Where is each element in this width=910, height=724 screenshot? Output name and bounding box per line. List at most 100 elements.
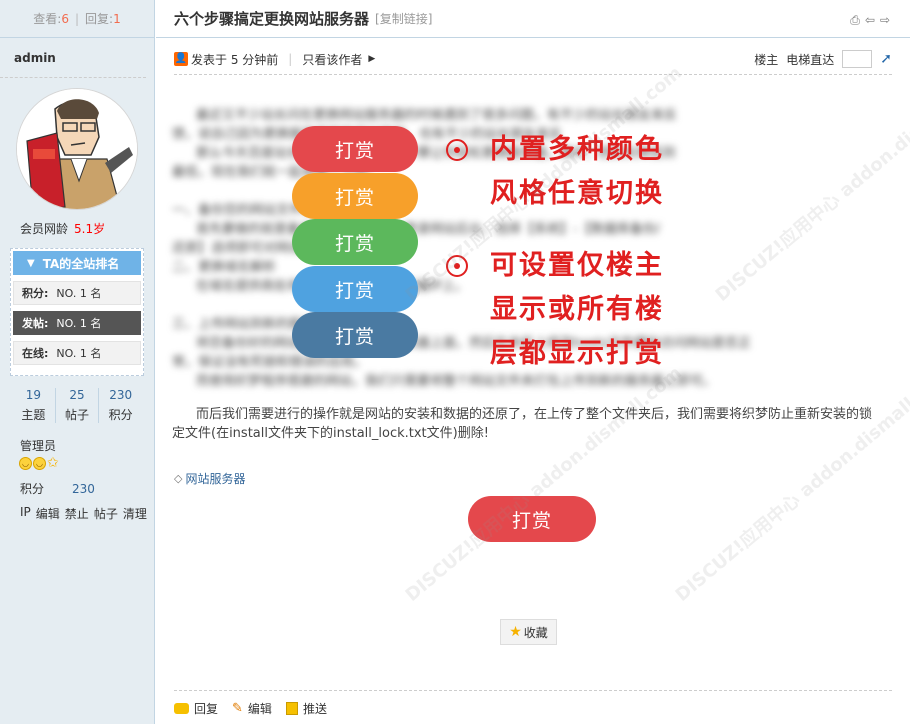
floor-nav: 楼主 电梯直达 ➚ [754,50,892,68]
admin-link-edit[interactable]: 编辑 [36,505,60,522]
rank-row-credits: 积分: NO. 1 名 [13,281,141,305]
promo-text-floors: 可设置仅楼主 显示或所有楼 层都显示打赏 [446,244,664,376]
rank-label: 积分: [22,287,49,300]
credit-value: 230 [72,482,95,496]
post-content-clear: 而后我们需要进行的操作就是网站的安装和数据的还原了，在上传了整个文件夹后，我们需… [172,405,892,443]
post-meta: 👤 发表于 5 分钟前 | 只看该作者 ▶ 楼主 电梯直达 ➚ [174,50,892,68]
rank-value: NO. 1 名 [56,317,102,330]
rank-label: 发帖: [22,317,49,330]
favorite-button[interactable]: ★ 收藏 [500,619,557,645]
tag-label: 网站服务器 [185,472,246,486]
member-age-label: 会员网龄 [20,222,69,236]
reward-button-red[interactable]: 打赏 [292,126,418,172]
thread-title-bar: 六个步骤搞定更换网站服务器 [复制链接] [156,0,910,38]
push-icon [285,702,298,715]
avatar[interactable] [16,88,138,210]
reply-button[interactable]: 回复 [174,700,218,717]
member-age-value: 5.1岁 [74,222,106,236]
print-icon[interactable]: ⎙ [850,13,860,28]
views-count: 6 [61,11,69,26]
rank-row-online: 在线: NO. 1 名 [13,341,141,365]
push-label: 推送 [302,702,327,716]
count-credits[interactable]: 230 积分 [99,388,142,423]
admin-link-clean[interactable]: 清理 [123,505,147,522]
push-button[interactable]: 推送 [285,700,327,717]
reward-button-blue[interactable]: 打赏 [292,266,418,312]
star-icon: ✩ [47,455,59,471]
watermark: DISCUZ!应用中心 addon.dismall.com [671,362,910,606]
admin-link-posts[interactable]: 帖子 [94,505,118,522]
reply-label: 回复 [194,702,219,716]
goto-floor-input[interactable] [842,50,873,68]
count-number: 230 [109,388,133,402]
site-rank-panel: ▼ TA的全站排名 积分: NO. 1 名 发帖: NO. 1 名 在线: NO… [10,248,144,376]
member-age: 会员网龄 5.1岁 [20,220,105,237]
credit-row: 积分 230 [20,480,95,497]
smiley-icon: ◡ [19,457,32,470]
promo-line: 可设置仅楼主 [490,250,664,281]
bullet-circle-icon [446,139,468,161]
floor-label: 楼主 [754,52,779,67]
promo-line: 内置多种颜色 [490,134,664,165]
tag-icon: ◇ [174,472,183,485]
prev-thread-icon[interactable]: ⇦ [865,13,875,28]
next-thread-icon[interactable]: ⇨ [880,13,890,28]
reward-button[interactable]: 打赏 [468,496,596,542]
post-time: 发表于 5 分钟前 [191,52,279,67]
author-name[interactable]: admin [0,38,146,78]
goto-label: 电梯直达 [786,52,835,67]
edit-label: 编辑 [247,702,272,716]
admin-link-ban[interactable]: 禁止 [65,505,89,522]
only-author-link[interactable]: 只看该作者 [302,51,362,68]
count-label: 帖子 [65,408,90,422]
content-line: 而后我们需要进行的操作就是网站的安装和数据的还原了，在上传了整个文件夹后，我们需… [196,407,873,422]
chevron-down-icon: ▼ [27,257,35,269]
goto-arrow-icon[interactable]: ➚ [880,51,892,67]
rank-stars: ◡ ◡ ✩ [19,455,59,471]
views-label: 查看: [33,12,62,26]
replies-label: 回复: [85,12,114,26]
admin-link-ip[interactable]: IP [20,505,31,522]
rank-row-posts: 发帖: NO. 1 名 [13,311,141,335]
promo-line: 风格任意切换 [490,178,664,209]
bullet-circle-icon [446,255,468,277]
thread-tools: ⎙ ⇦ ⇨ [850,13,890,28]
star-icon: ★ [509,624,522,640]
author-sidebar: 查看: 6 | 回复: 1 admin 会员网龄 5.1岁 ▼ TA的全站排名 [0,0,155,724]
count-threads[interactable]: 19 主题 [12,388,56,423]
user-group[interactable]: 管理员 [20,437,56,454]
online-user-icon: 👤 [174,52,188,66]
author-counts: 19 主题 25 帖子 230 积分 [12,388,142,423]
reward-button-orange[interactable]: 打赏 [292,173,418,219]
promo-text-colors: 内置多种颜色 风格任意切换 [446,128,664,216]
thread-title: 六个步骤搞定更换网站服务器 [174,10,370,28]
copy-link[interactable]: [复制链接] [375,10,432,27]
count-label: 主题 [21,408,46,422]
view-reply-stats: 查看: 6 | 回复: 1 [0,0,154,38]
content-line: 首先要做的就是备份网站的数据库，登录网站后台，选择【系统】-【数据库备份/ [196,222,661,237]
rank-value: NO. 1 名 [56,347,102,360]
reward-button-steel[interactable]: 打赏 [292,312,418,358]
post-actions: 回复 ✎ 编辑 推送 [174,700,327,717]
watermark: DISCUZ!应用中心 addon.dismall.com [401,362,686,606]
count-number: 25 [69,388,85,402]
pencil-icon: ✎ [232,701,243,716]
play-arrow-icon: ▶ [368,54,376,64]
site-rank-toggle[interactable]: ▼ TA的全站排名 [13,251,141,275]
favorite-label: 收藏 [523,625,548,640]
site-rank-title: TA的全站排名 [42,256,120,271]
post-main: 六个步骤搞定更换网站服务器 [复制链接] ⎙ ⇦ ⇨ 👤 发表于 5 分钟前 |… [156,0,910,724]
reply-icon [174,703,189,714]
content-line: 最近又不少站长问在更换网站服务器的时候遇到了很多问题，有不少的站长朋友来反 [196,108,678,123]
rank-value: NO. 1 名 [56,287,102,300]
credit-label: 积分 [20,482,45,496]
promo-line: 显示或所有楼 [490,294,664,325]
edit-button[interactable]: ✎ 编辑 [232,700,272,717]
thread-tag[interactable]: ◇ 网站服务器 [174,470,245,487]
reward-button-green[interactable]: 打赏 [292,219,418,265]
divider [174,690,892,691]
content-line: 定文件(在install文件夹下的install_lock.txt文件)删除! [172,426,489,441]
admin-links: IP 编辑 禁止 帖子 清理 [20,505,147,522]
promo-line: 层都显示打赏 [490,338,664,369]
count-posts[interactable]: 25 帖子 [56,388,100,423]
